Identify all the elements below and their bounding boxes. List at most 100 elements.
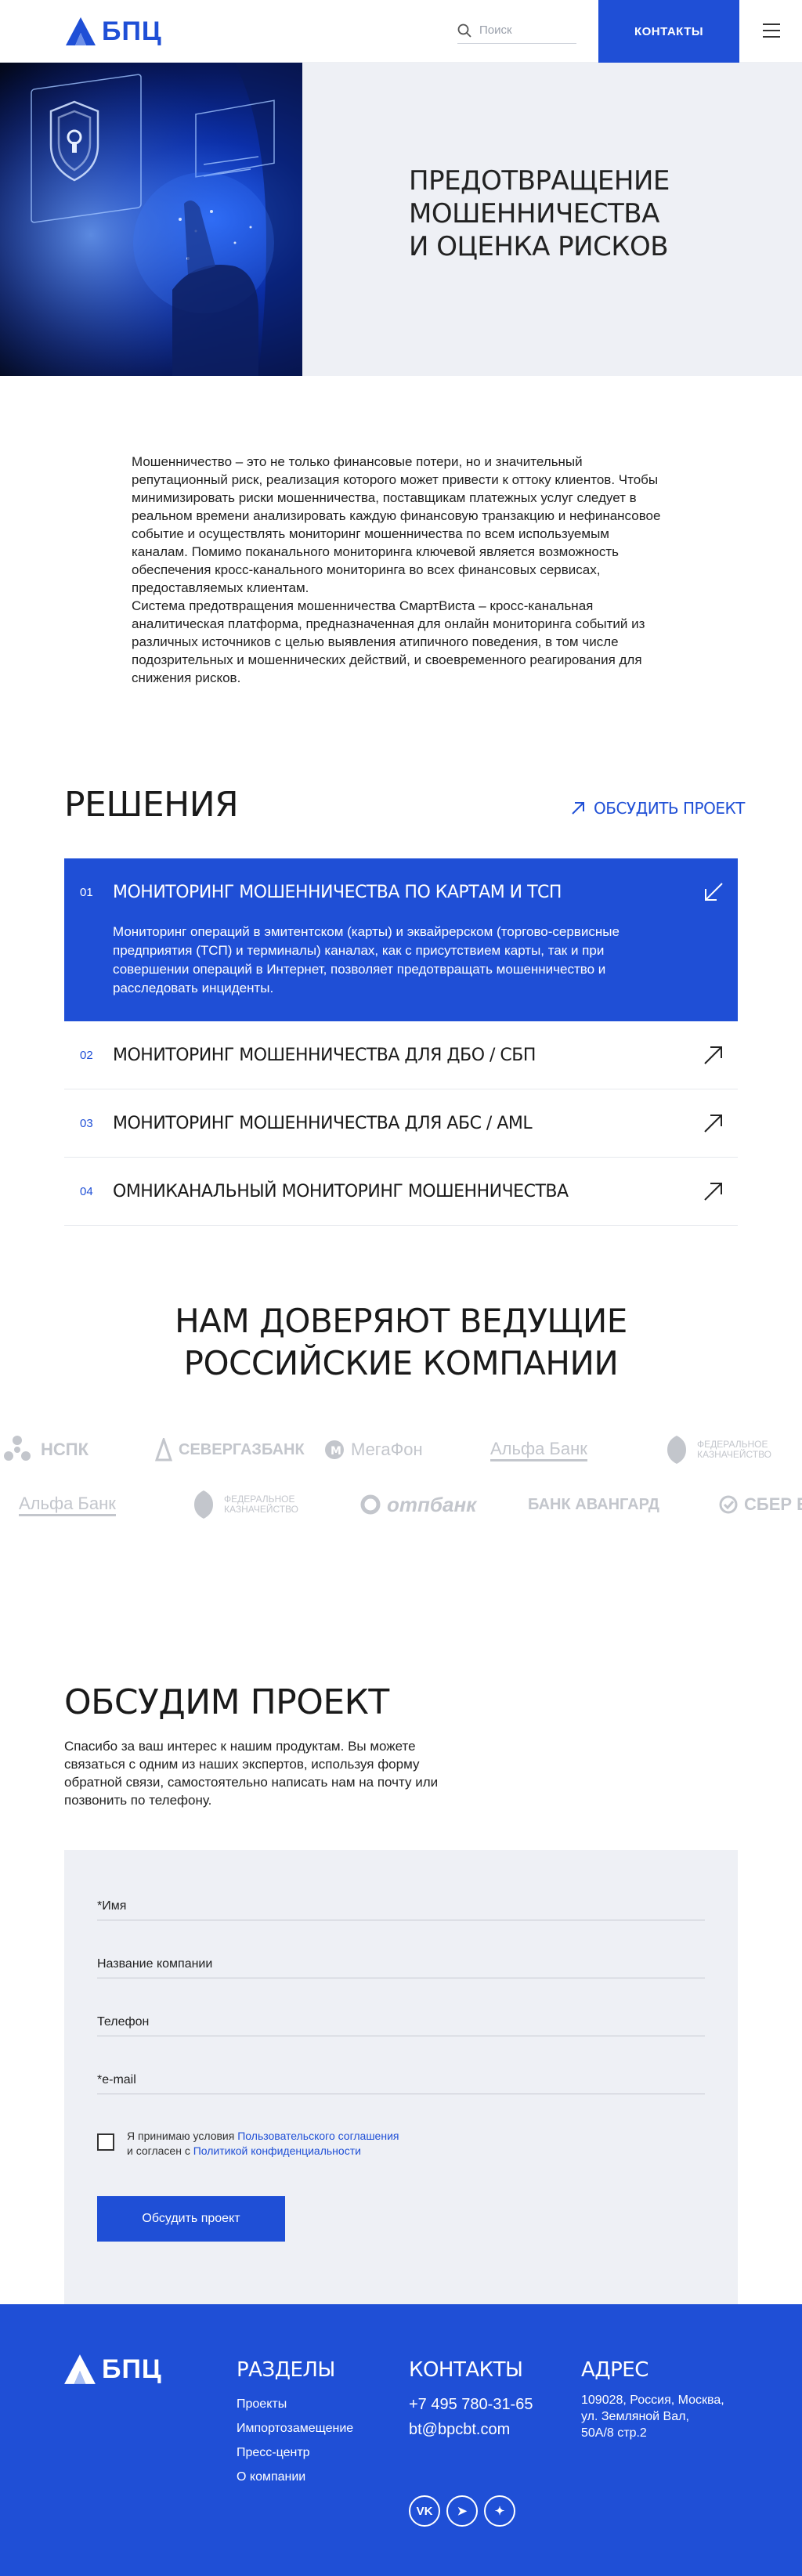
partner-logo-name: Альфа Банк — [19, 1494, 116, 1516]
consent-prefix: Я принимаю условия — [127, 2130, 238, 2142]
partner-logo: ФЕДЕРАЛЬНОЕ КАЗНАЧЕЙСТВО — [190, 1485, 326, 1524]
otpbank-logo-icon — [360, 1494, 381, 1515]
partner-logo: БАНК АВАНГАРД — [528, 1485, 659, 1524]
partner-logo-name: Альфа Банк — [490, 1439, 587, 1461]
address-line: 50А/8 стр.2 — [581, 2426, 647, 2440]
partner-logo: НСПК — [0, 1430, 89, 1469]
hero-title-line: МОШЕННИЧЕСТВА — [409, 198, 659, 229]
sber-logo-icon — [719, 1495, 738, 1514]
footer-link-import-substitution[interactable]: Импортозамещение — [237, 2416, 353, 2441]
arrow-up-right-icon — [704, 1046, 722, 1064]
trust-title: НАМ ДОВЕРЯЮТ ВЕДУЩИЕ РОССИЙСКИЕ КОМПАНИИ — [0, 1300, 802, 1385]
partner-logo-name: МегаФон — [351, 1440, 423, 1459]
solution-item[interactable]: 02 МОНИТОРИНГ МОШЕННИЧЕСТВА ДЛЯ ДБО / СБ… — [64, 1021, 738, 1089]
consent-checkbox[interactable] — [97, 2133, 114, 2151]
company-field[interactable] — [97, 1939, 705, 1978]
solutions-list: 01 МОНИТОРИНГ МОШЕННИЧЕСТВА ПО КАРТАМ И … — [64, 858, 738, 1226]
partner-logo: СБЕР Б — [719, 1485, 802, 1524]
phone-field[interactable] — [97, 1997, 705, 2036]
menu-icon[interactable] — [763, 23, 780, 38]
user-agreement-link[interactable]: Пользовательского соглашения — [237, 2130, 399, 2142]
consent-mid: и согласен с — [127, 2144, 193, 2157]
footer-address: АДРЕС 109028, Россия, Москва, ул. Землян… — [581, 2357, 746, 2441]
solution-number: 04 — [80, 1184, 93, 1198]
search-icon — [457, 23, 471, 38]
logo-mark-icon — [64, 2354, 96, 2384]
footer-link-press[interactable]: Пресс-центр — [237, 2441, 353, 2465]
intro-text: Мошенничество – это не только финансовые… — [132, 453, 664, 687]
consent-text: Я принимаю условия Пользовательского сог… — [127, 2129, 399, 2159]
discuss-project-link[interactable]: ОБСУДИТЬ ПРОЕКТ — [570, 799, 745, 818]
arrow-down-left-icon — [705, 883, 723, 901]
logo-mark-icon — [66, 17, 96, 45]
consent-block: Я принимаю условия Пользовательского сог… — [97, 2129, 399, 2159]
treasury-emblem-icon — [194, 1490, 213, 1519]
solution-item[interactable]: 03 МОНИТОРИНГ МОШЕННИЧЕСТВА ДЛЯ АБС / AM… — [64, 1089, 738, 1158]
site-logo[interactable]: БПЦ — [64, 16, 162, 47]
footer-email-link[interactable]: bt@bpcbt.com — [409, 2417, 533, 2442]
footer-sections-title: РАЗДЕЛЫ — [237, 2358, 335, 2382]
search-input[interactable] — [479, 23, 565, 37]
partner-logos-row: НСПК СЕВЕРГАЗБАНК M МегаФон Альфа Банк Ф… — [0, 1430, 802, 1469]
partner-logo-name: ФЕДЕРАЛЬНОЕ КАЗНАЧЕЙСТВО — [224, 1494, 299, 1515]
solution-name: МОНИТОРИНГ МОШЕННИЧЕСТВА ДЛЯ ДБО / СБП — [113, 1045, 536, 1065]
arrow-up-right-icon — [704, 1183, 722, 1201]
form-title: ОБСУДИМ ПРОЕКТ — [64, 1682, 389, 1722]
logo-text: БПЦ — [102, 16, 162, 46]
dzen-icon[interactable]: ✦ — [484, 2495, 515, 2527]
partner-logo: Альфа Банк — [490, 1430, 587, 1469]
partner-logo-name: отпбанк — [387, 1492, 477, 1516]
partner-logo: отпбанк — [360, 1485, 476, 1524]
svg-text:M: M — [331, 1445, 341, 1458]
trust-title-line: РОССИЙСКИЕ КОМПАНИИ — [183, 1344, 619, 1382]
trust-title-line: НАМ ДОВЕРЯЮТ ВЕДУЩИЕ — [175, 1302, 627, 1340]
email-input[interactable] — [97, 2055, 705, 2094]
partner-logo-name: ФЕДЕРАЛЬНОЕ КАЗНАЧЕЙСТВО — [697, 1439, 772, 1460]
phone-input[interactable] — [97, 1997, 705, 2036]
partner-logo-name: НСПК — [41, 1440, 89, 1459]
site-footer: БПЦ РАЗДЕЛЫ Проекты Импортозамещение Пре… — [0, 2304, 802, 2576]
solution-number: 02 — [80, 1048, 93, 1062]
megafon-logo-icon: M — [325, 1440, 344, 1459]
solution-item[interactable]: 01 МОНИТОРИНГ МОШЕННИЧЕСТВА ПО КАРТАМ И … — [64, 858, 738, 1021]
contact-form: Я принимаю условия Пользовательского сог… — [64, 1850, 738, 2304]
nspk-logo-icon — [4, 1436, 31, 1461]
partner-logos-row: Альфа Банк ФЕДЕРАЛЬНОЕ КАЗНАЧЕЙСТВО отпб… — [0, 1485, 802, 1524]
name-input[interactable] — [97, 1881, 705, 1920]
partner-logo: СЕВЕРГАЗБАНК — [155, 1430, 305, 1469]
footer-link-projects[interactable]: Проекты — [237, 2392, 353, 2416]
footer-address-title: АДРЕС — [581, 2358, 648, 2382]
name-field[interactable] — [97, 1881, 705, 1920]
vk-icon[interactable]: VK — [409, 2495, 440, 2527]
footer-phone-link[interactable]: +7 495 780-31-65 — [409, 2392, 533, 2417]
site-header: БПЦ КОНТАКТЫ — [0, 0, 802, 63]
privacy-policy-link[interactable]: Политикой конфиденциальности — [193, 2144, 361, 2157]
partner-logo-name: СБЕР Б — [744, 1494, 802, 1514]
hero-title-line: И ОЦЕНКА РИСКОВ — [409, 231, 669, 262]
search-box[interactable] — [457, 17, 576, 44]
partner-logo-name: БАНК АВАНГАРД — [528, 1495, 659, 1513]
footer-address-text: 109028, Россия, Москва, ул. Земляной Вал… — [581, 2392, 746, 2441]
footer-link-about[interactable]: О компании — [237, 2465, 353, 2489]
hero-title-line: ПРЕДОТВРАЩЕНИЕ — [409, 165, 670, 197]
footer-contacts: КОНТАКТЫ +7 495 780-31-65 bt@bpcbt.com — [409, 2357, 533, 2442]
footer-sections: РАЗДЕЛЫ Проекты Импортозамещение Пресс-ц… — [237, 2357, 353, 2489]
hero-title: ПРЕДОТВРАЩЕНИЕ МОШЕННИЧЕСТВА И ОЦЕНКА РИ… — [409, 164, 670, 263]
partner-logo: M МегаФон — [324, 1430, 423, 1469]
hero-shield-illustration — [0, 63, 302, 376]
hero-section: ПРЕДОТВРАЩЕНИЕ МОШЕННИЧЕСТВА И ОЦЕНКА РИ… — [0, 63, 802, 376]
footer-logo[interactable]: БПЦ — [63, 2353, 162, 2386]
solution-name: МОНИТОРИНГ МОШЕННИЧЕСТВА ДЛЯ АБС / AML — [113, 1113, 533, 1133]
solution-name: ОМНИКАНАЛЬНЫЙ МОНИТОРИНГ МОШЕННИЧЕСТВА — [113, 1181, 569, 1201]
footer-logo-text: БПЦ — [102, 2354, 162, 2384]
intro-paragraph: Система предотвращения мошенничества Сма… — [132, 598, 645, 685]
discuss-project-label: ОБСУДИТЬ ПРОЕКТ — [594, 799, 745, 818]
email-field[interactable] — [97, 2055, 705, 2094]
telegram-icon[interactable]: ➤ — [446, 2495, 478, 2527]
form-subtitle: Спасибо за ваш интерес к нашим продуктам… — [64, 1739, 439, 1808]
contacts-button[interactable]: КОНТАКТЫ — [598, 0, 739, 63]
company-input[interactable] — [97, 1939, 705, 1978]
solution-number: 01 — [80, 885, 93, 899]
submit-button[interactable]: Обсудить проект — [97, 2196, 285, 2242]
solution-item[interactable]: 04 ОМНИКАНАЛЬНЫЙ МОНИТОРИНГ МОШЕННИЧЕСТВ… — [64, 1158, 738, 1226]
